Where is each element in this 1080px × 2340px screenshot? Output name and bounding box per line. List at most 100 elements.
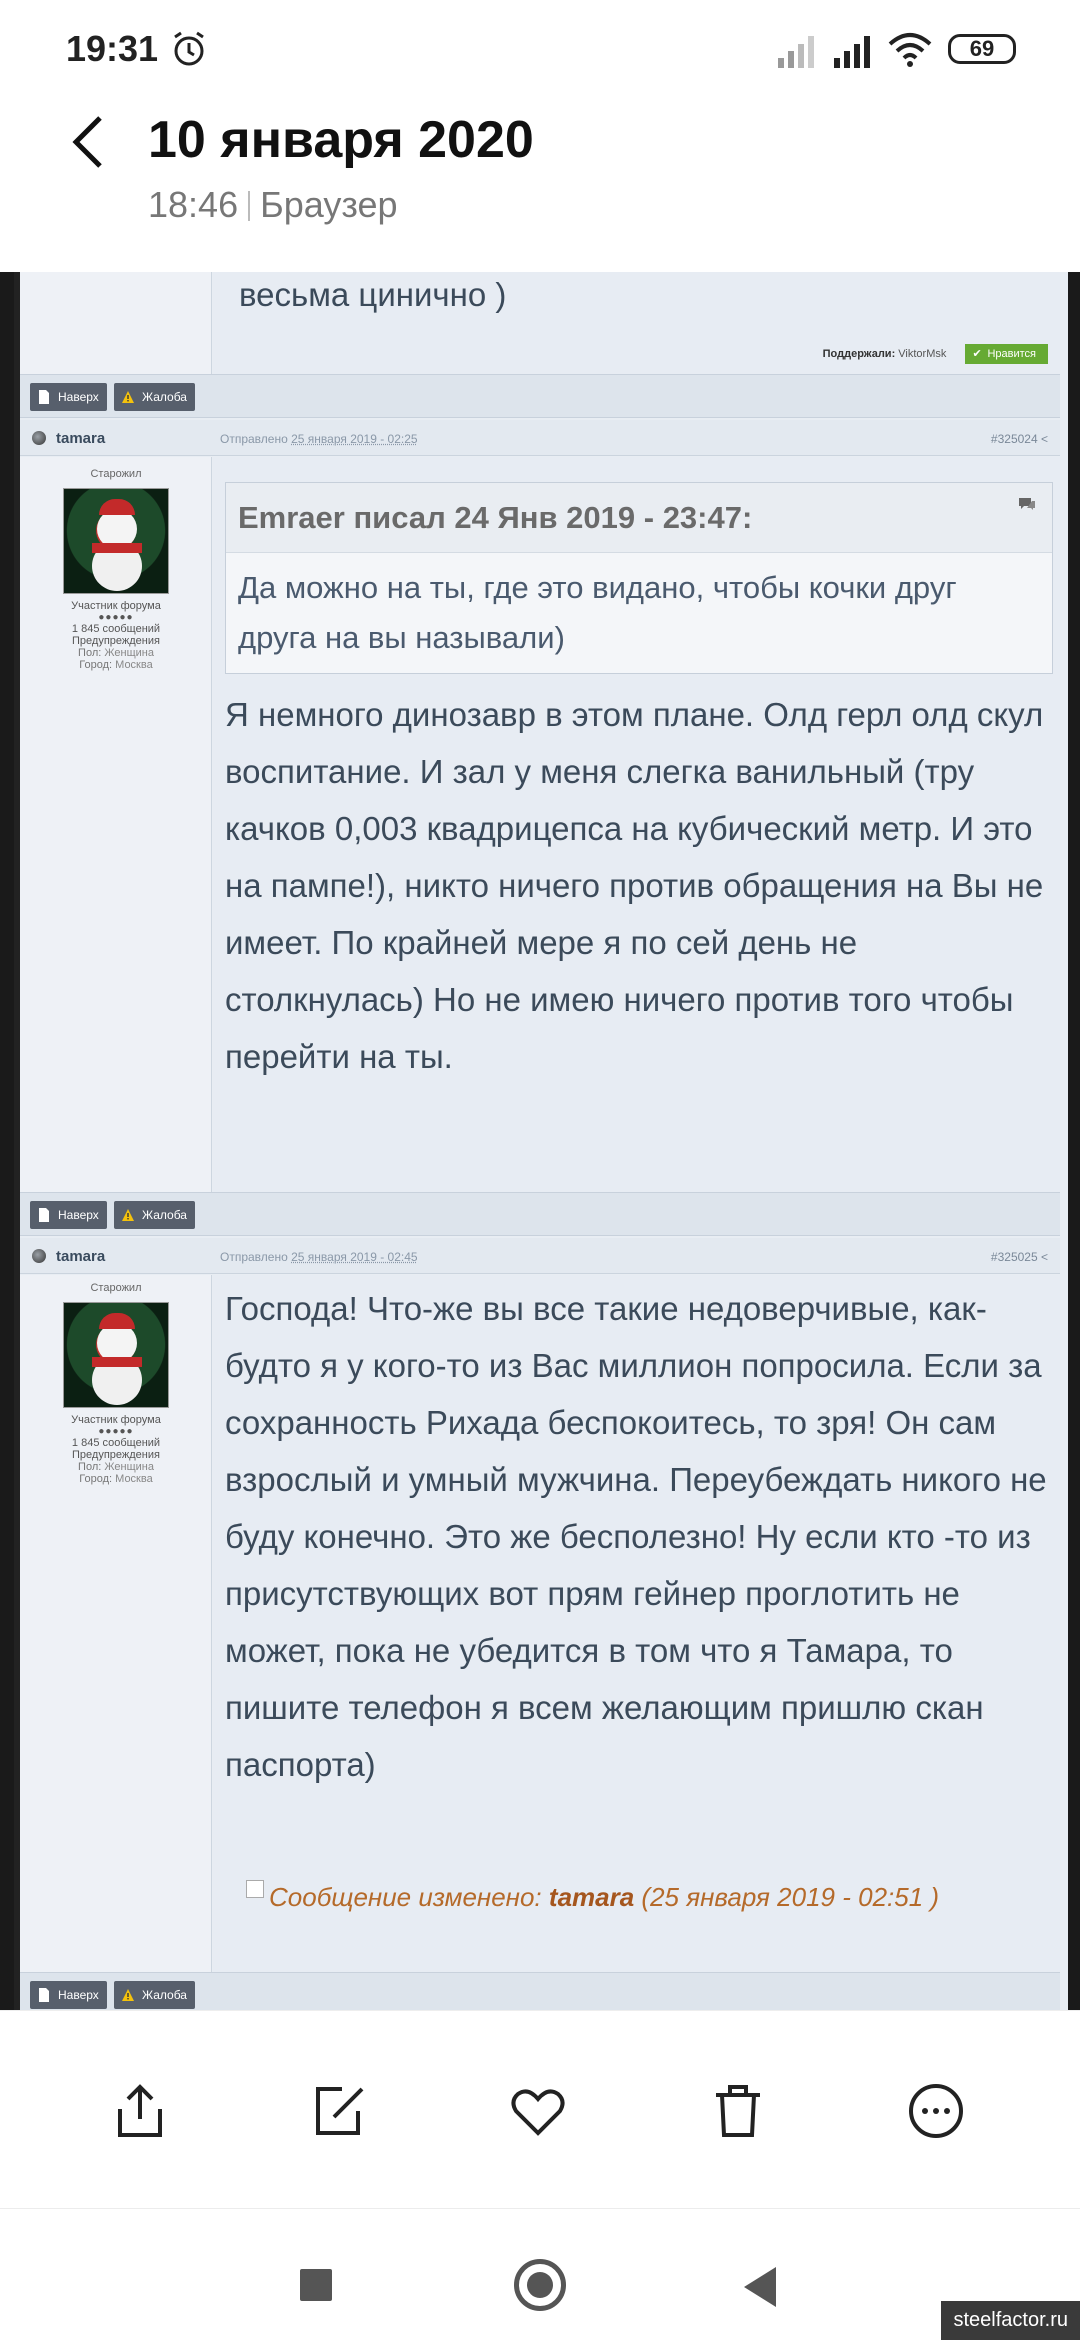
top-button[interactable]: Наверх <box>30 1201 107 1229</box>
complaint-button-label: Жалоба <box>142 1988 187 2002</box>
back-arrow-icon[interactable] <box>66 112 114 172</box>
author-info: Старожил Участник форума ●●●●● 1 845 соо… <box>20 468 212 671</box>
post-number[interactable]: #325025 < <box>991 1250 1048 1264</box>
post-date: Отправлено 25 января 2019 - 02:45 <box>220 1250 418 1264</box>
author-name[interactable]: tamara <box>56 430 105 447</box>
author-group: Участник форума <box>71 600 161 612</box>
edit-prefix: Сообщение изменено: <box>269 1882 542 1912</box>
author-column <box>20 272 212 374</box>
screenshot-viewport[interactable]: весьма цинично ) Поддержали: ViktorMsk Н… <box>0 272 1080 2010</box>
post-text: Я немного динозавр в этом плане. Олд гер… <box>225 696 1044 1075</box>
author-info: Старожил Участник форума ●●●●● 1 845 соо… <box>20 1282 212 1485</box>
post-date: Отправлено 25 января 2019 - 02:25 <box>220 432 418 446</box>
avatar[interactable] <box>63 1302 169 1408</box>
back-icon[interactable] <box>744 2267 776 2307</box>
post-number-value: #325024 <box>990 432 1038 446</box>
alarm-icon <box>174 31 204 66</box>
complaint-button[interactable]: Жалоба <box>114 1201 195 1229</box>
posted-label: Отправлено <box>220 1250 288 1264</box>
document-icon <box>39 390 49 404</box>
author-group: Участник форума <box>71 1414 161 1426</box>
author-name[interactable]: tamara <box>56 1248 105 1265</box>
quote-author: Emraer писал 24 Янв 2019 - 23:47: <box>238 500 753 535</box>
broken-image-icon <box>246 1880 264 1898</box>
warning-icon <box>122 391 134 403</box>
watermark: steelfactor.ru <box>941 2301 1080 2340</box>
warning-icon <box>122 1989 134 2001</box>
page-title: 10 января 2020 <box>148 111 534 169</box>
recents-icon[interactable] <box>300 2269 332 2301</box>
gender-value: Женщина <box>104 647 154 659</box>
author-messages[interactable]: 1 845 сообщений <box>20 623 212 635</box>
post-text-fragment: весьма цинично ) <box>239 276 507 313</box>
support-user[interactable]: ViktorMsk <box>898 348 946 360</box>
edit-date: (25 января 2019 - 02:51 ) <box>641 1882 940 1912</box>
quote-header: Emraer писал 24 Янв 2019 - 23:47: <box>226 483 1052 553</box>
status-time: 19:31 <box>66 28 159 69</box>
gender-label: Пол: <box>78 1461 102 1473</box>
edit-user[interactable]: tamara <box>549 1882 634 1912</box>
avatar[interactable] <box>63 488 169 594</box>
comment-icon[interactable] <box>1018 497 1036 511</box>
document-icon <box>39 1988 49 2002</box>
top-button-label: Наверх <box>58 390 99 404</box>
quote-box: Emraer писал 24 Янв 2019 - 23:47: Да мож… <box>225 482 1053 674</box>
post-number-value: #325025 <box>990 1250 1038 1264</box>
rating-dots: ●●●●● <box>98 1426 134 1437</box>
author-rank: Старожил <box>90 468 142 480</box>
top-button[interactable]: Наверх <box>30 383 107 411</box>
status-dot-icon <box>32 1249 46 1263</box>
gender-value: Женщина <box>104 1461 154 1473</box>
top-button[interactable]: Наверх <box>30 1981 107 2009</box>
share-icon[interactable] <box>110 2081 170 2141</box>
city-value: Москва <box>115 1473 153 1485</box>
trash-icon[interactable] <box>708 2081 768 2141</box>
share-icon[interactable]: < <box>1041 1250 1048 1264</box>
wifi-icon <box>888 33 932 67</box>
city-label: Город: <box>79 1473 113 1485</box>
post-bottom-bar: Наверх Жалоба <box>20 1972 1060 2010</box>
support-line: Поддержали: ViktorMsk Нравится <box>823 344 1048 364</box>
battery-icon: 69 <box>948 34 1016 64</box>
signal-icon <box>834 36 870 68</box>
city-value: Москва <box>115 659 153 671</box>
support-label: Поддержали: <box>822 348 896 360</box>
like-button[interactable]: Нравится <box>965 344 1048 364</box>
post-bottom-bar: Наверх Жалоба <box>20 1192 1060 1236</box>
more-icon[interactable] <box>906 2081 966 2141</box>
complaint-button[interactable]: Жалоба <box>114 1981 195 2009</box>
share-icon[interactable]: < <box>1041 432 1048 446</box>
author-messages[interactable]: 1 845 сообщений <box>20 1437 212 1449</box>
gender-label: Пол: <box>78 647 102 659</box>
complaint-button-label: Жалоба <box>142 390 187 404</box>
heart-icon[interactable] <box>508 2081 568 2141</box>
author-warnings[interactable]: Предупреждения <box>20 635 212 647</box>
document-icon <box>39 1208 49 1222</box>
warning-icon <box>122 1209 134 1221</box>
author-warnings[interactable]: Предупреждения <box>20 1449 212 1461</box>
action-bar <box>0 2010 1080 2208</box>
post-number[interactable]: #325024 < <box>991 432 1048 446</box>
author-rank: Старожил <box>90 1282 142 1294</box>
forum-page: весьма цинично ) Поддержали: ViktorMsk Н… <box>14 272 1068 2010</box>
header-subtitle: 18:46 Браузер <box>148 184 398 226</box>
post-header: tamara Отправлено 25 января 2019 - 02:45… <box>20 1238 1060 1274</box>
city-label: Город: <box>79 659 113 671</box>
divider <box>248 191 251 221</box>
home-icon[interactable] <box>514 2259 566 2311</box>
system-nav-bar <box>0 2208 1080 2340</box>
complaint-button-label: Жалоба <box>142 1208 187 1222</box>
post-date-value: 25 января 2019 - 02:45 <box>291 1250 418 1264</box>
edit-icon[interactable] <box>310 2081 370 2141</box>
edit-note: Сообщение изменено: tamara (25 января 20… <box>269 1882 939 1913</box>
status-dot-icon <box>32 431 46 445</box>
header-app: Браузер <box>260 184 398 225</box>
post-header: tamara Отправлено 25 января 2019 - 02:25… <box>20 420 1060 456</box>
post-bottom-bar: Наверх Жалоба <box>20 374 1060 418</box>
top-button-label: Наверх <box>58 1208 99 1222</box>
complaint-button[interactable]: Жалоба <box>114 383 195 411</box>
posted-label: Отправлено <box>220 432 288 446</box>
post-text: Господа! Что-же вы все такие недоверчивы… <box>225 1290 1047 1783</box>
signal-icon <box>778 36 814 68</box>
quote-body: Да можно на ты, где это видано, чтобы ко… <box>238 570 957 655</box>
